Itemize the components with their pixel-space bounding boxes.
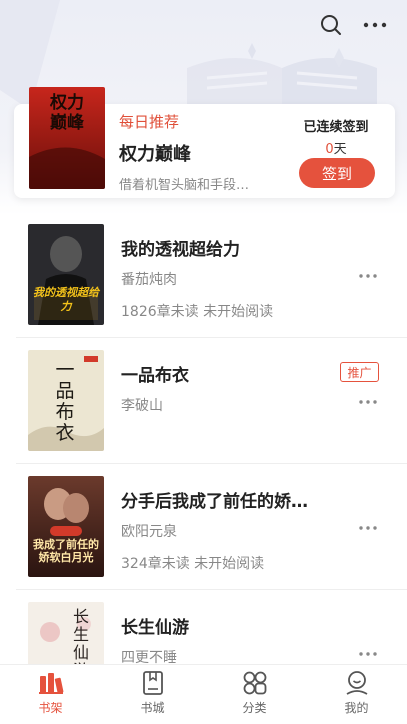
- daily-book-cover[interactable]: 权力巅峰: [29, 87, 105, 189]
- tab-label: 书城: [140, 701, 165, 715]
- book-author: 李破山: [121, 398, 163, 414]
- more-horizontal-icon: [359, 526, 377, 530]
- daily-book-description: 借着机智头脑和手段…: [119, 178, 250, 193]
- search-icon: [321, 15, 341, 35]
- book-cover[interactable]: 我成了前任的娇软白月光: [28, 476, 104, 577]
- list-item[interactable]: 长生仙游 长生仙游 四更不睡: [0, 590, 407, 664]
- sign-days-number: 0: [325, 142, 334, 157]
- book-author: 欧阳元泉: [121, 524, 177, 540]
- promotion-badge: 推广: [340, 362, 379, 382]
- cover-title-text: 我成了前任的娇软白月光: [33, 538, 99, 564]
- cover-title-text: 一品布衣: [55, 359, 75, 444]
- more-menu-button[interactable]: [362, 12, 388, 38]
- bookshelf-icon: [38, 673, 63, 694]
- list-item[interactable]: 我的透视超给力 我的透视超给力 番茄炖肉 1826章未读 未开始阅读: [0, 212, 407, 338]
- cover-art: [28, 602, 104, 664]
- book-title[interactable]: 我的透视超给力: [121, 235, 331, 260]
- search-button[interactable]: [318, 12, 344, 38]
- book-more-button[interactable]: [356, 649, 380, 659]
- book-store-icon: [142, 671, 163, 695]
- book-author: 番茄炖肉: [121, 272, 177, 288]
- cover-title-text: 我的透视超给力: [33, 286, 99, 313]
- more-horizontal-icon: [359, 652, 377, 656]
- bottom-tab-bar: 书架 书城 分类 我的: [0, 664, 407, 724]
- sign-streak-label: 已连续签到: [303, 120, 369, 135]
- profile-icon: [346, 671, 367, 695]
- sign-in-button[interactable]: 签到: [299, 158, 375, 188]
- list-item[interactable]: 我成了前任的娇软白月光 分手后我成了前任的娇… 欧阳元泉 324章未读 未开始阅…: [0, 464, 407, 590]
- more-horizontal-icon: [363, 22, 387, 28]
- daily-book-title[interactable]: 权力巅峰: [119, 140, 191, 166]
- book-author: 四更不睡: [121, 650, 177, 664]
- reading-status: 1826章未读 未开始阅读: [121, 304, 274, 320]
- cover-title-text: 权力巅峰: [50, 93, 84, 133]
- daily-recommendation-card[interactable]: 权力巅峰 每日推荐 权力巅峰 借着机智头脑和手段… 已连续签到 0天 签到: [14, 87, 395, 198]
- book-cover[interactable]: 一品布衣: [28, 350, 104, 451]
- tab-category[interactable]: 分类: [204, 665, 305, 724]
- tab-label: 分类: [242, 701, 267, 715]
- tab-label: 我的: [344, 701, 369, 715]
- cover-title-text: 长生仙游: [72, 607, 89, 665]
- more-horizontal-icon: [359, 274, 377, 278]
- bookshelf-list[interactable]: 我的透视超给力 我的透视超给力 番茄炖肉 1826章未读 未开始阅读 一品布衣 …: [0, 212, 407, 664]
- more-horizontal-icon: [359, 400, 377, 404]
- book-cover[interactable]: 我的透视超给力: [28, 224, 104, 325]
- tab-bookstore[interactable]: 书城: [102, 665, 203, 724]
- list-item[interactable]: 一品布衣 一品布衣 推广 李破山: [0, 338, 407, 464]
- book-title[interactable]: 分手后我成了前任的娇…: [121, 487, 331, 512]
- sign-days-unit: 天: [333, 142, 347, 157]
- book-more-button[interactable]: [356, 523, 380, 533]
- tab-profile[interactable]: 我的: [306, 665, 407, 724]
- sign-streak-count: 0天: [299, 138, 373, 157]
- book-more-button[interactable]: [356, 397, 380, 407]
- tab-label: 书架: [38, 701, 63, 715]
- book-more-button[interactable]: [356, 271, 380, 281]
- reading-status: 324章未读 未开始阅读: [121, 556, 265, 572]
- book-title[interactable]: 长生仙游: [121, 613, 331, 638]
- book-title[interactable]: 一品布衣: [121, 361, 331, 386]
- daily-tag: 每日推荐: [119, 113, 180, 131]
- book-cover[interactable]: 长生仙游: [28, 602, 104, 664]
- category-icon: [243, 671, 266, 695]
- tab-bookshelf[interactable]: 书架: [0, 665, 101, 724]
